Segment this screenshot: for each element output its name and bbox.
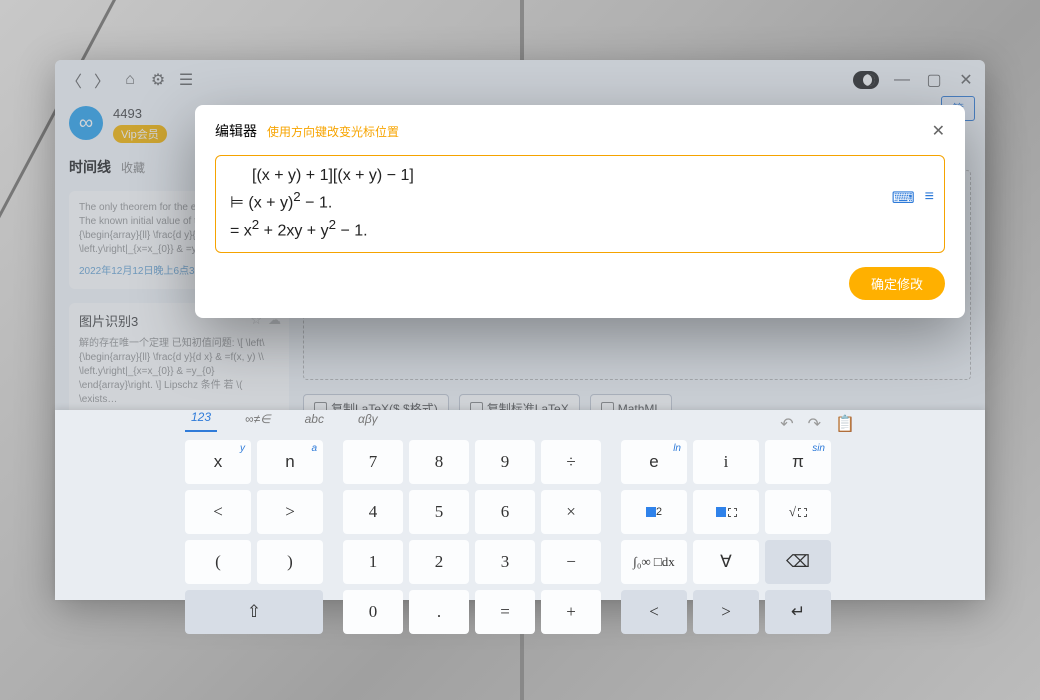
key-square[interactable]: 2: [621, 490, 687, 534]
key-x[interactable]: xy: [185, 440, 251, 484]
editor-modal: 编辑器 使用方向键改变光标位置 ✕ [(x + y) + 1][(x + y) …: [195, 105, 965, 318]
key-shift[interactable]: ⇧: [185, 590, 323, 634]
key-2[interactable]: 2: [409, 540, 469, 584]
clipboard-icon[interactable]: 📋: [835, 414, 855, 434]
keyboard-tools: ↶ ↷ 📋: [780, 414, 855, 434]
key-4[interactable]: 4: [343, 490, 403, 534]
key-dot[interactable]: .: [409, 590, 469, 634]
modal-title: 编辑器: [215, 121, 257, 141]
key-equals[interactable]: =: [475, 590, 535, 634]
key-3[interactable]: 3: [475, 540, 535, 584]
key-i[interactable]: i: [693, 440, 759, 484]
undo-icon[interactable]: ↶: [780, 414, 793, 434]
tab-greek[interactable]: αβγ: [352, 412, 384, 432]
redo-icon[interactable]: ↷: [808, 414, 821, 434]
editor-icons: ⌨ ≡: [892, 188, 934, 208]
key-sqrt[interactable]: √: [765, 490, 831, 534]
key-8[interactable]: 8: [409, 440, 469, 484]
tab-symbols[interactable]: ∞≠∈: [239, 412, 277, 432]
key-pi[interactable]: πsin: [765, 440, 831, 484]
key-rparen[interactable]: ): [257, 540, 323, 584]
keyboard-tabs: 123 ∞≠∈ abc αβγ ↶ ↷ 📋: [55, 410, 985, 432]
key-multiply[interactable]: ×: [541, 490, 601, 534]
cluster-b: 7 8 9 ÷ 4 5 6 × 1 2 3 − 0 . = +: [343, 440, 601, 634]
key-power[interactable]: [693, 490, 759, 534]
key-lt[interactable]: <: [185, 490, 251, 534]
cluster-c: eln i πsin 2 √ ∫₀∞ □dx ∀ ⌫ < > ↵: [621, 440, 831, 634]
menu-icon[interactable]: ≡: [925, 188, 934, 208]
key-backspace[interactable]: ⌫: [765, 540, 831, 584]
modal-hint: 使用方向键改变光标位置: [267, 123, 399, 140]
formula-line-3: = x2 + 2xy + y2 − 1.: [230, 215, 930, 243]
key-minus[interactable]: −: [541, 540, 601, 584]
key-left[interactable]: <: [621, 590, 687, 634]
key-lparen[interactable]: (: [185, 540, 251, 584]
key-0[interactable]: 0: [343, 590, 403, 634]
key-enter[interactable]: ↵: [765, 590, 831, 634]
key-1[interactable]: 1: [343, 540, 403, 584]
math-keyboard: 123 ∞≠∈ abc αβγ ↶ ↷ 📋 xy na < > ( ) ⇧ 7 …: [55, 410, 985, 600]
key-forall[interactable]: ∀: [693, 540, 759, 584]
key-n[interactable]: na: [257, 440, 323, 484]
formula-editor[interactable]: [(x + y) + 1][(x + y) − 1] ⊨ (x + y)2 − …: [215, 155, 945, 253]
formula-line-1: [(x + y) + 1][(x + y) − 1]: [230, 164, 930, 187]
key-e[interactable]: eln: [621, 440, 687, 484]
close-icon[interactable]: ✕: [932, 121, 945, 141]
key-5[interactable]: 5: [409, 490, 469, 534]
key-right[interactable]: >: [693, 590, 759, 634]
key-integral[interactable]: ∫₀∞ □dx: [621, 540, 687, 584]
key-divide[interactable]: ÷: [541, 440, 601, 484]
keyboard-grid: xy na < > ( ) ⇧ 7 8 9 ÷ 4 5 6 × 1 2 3 − …: [55, 432, 985, 648]
modal-header: 编辑器 使用方向键改变光标位置 ✕: [215, 121, 945, 141]
key-6[interactable]: 6: [475, 490, 535, 534]
key-7[interactable]: 7: [343, 440, 403, 484]
key-plus[interactable]: +: [541, 590, 601, 634]
key-gt[interactable]: >: [257, 490, 323, 534]
tab-latin[interactable]: abc: [299, 412, 330, 432]
key-9[interactable]: 9: [475, 440, 535, 484]
tab-numeric[interactable]: 123: [185, 410, 217, 432]
cluster-a: xy na < > ( ) ⇧: [185, 440, 323, 634]
confirm-button[interactable]: 确定修改: [849, 267, 945, 300]
formula-line-2: ⊨ (x + y)2 − 1.: [230, 187, 930, 215]
keyboard-icon[interactable]: ⌨: [892, 188, 915, 208]
